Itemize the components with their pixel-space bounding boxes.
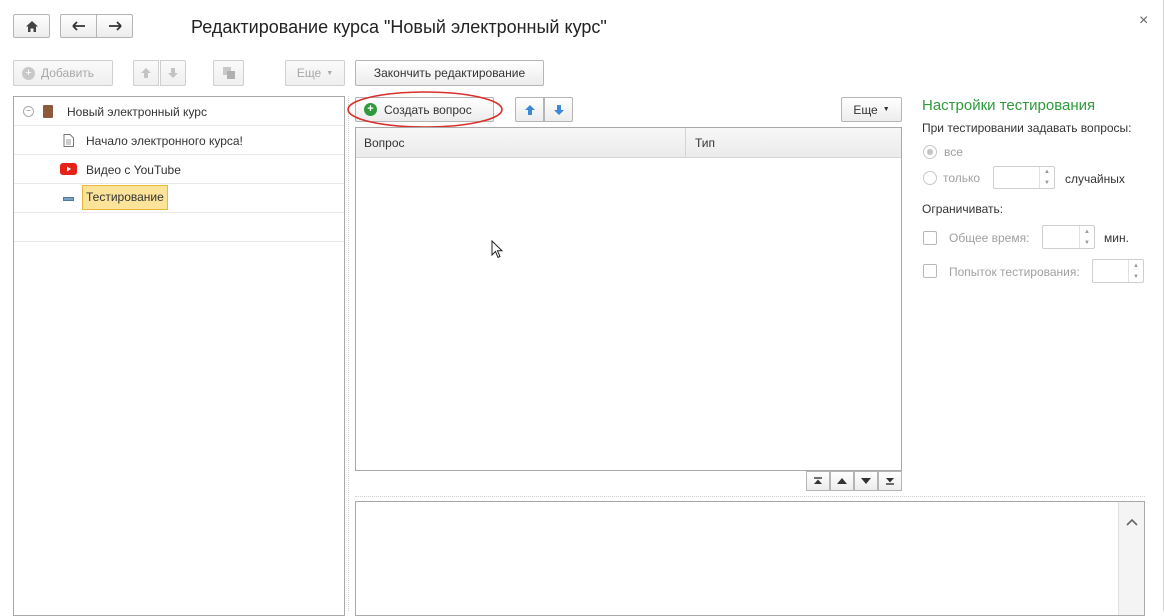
radio-only[interactable] [923, 171, 937, 185]
question-down-button[interactable] [544, 97, 573, 122]
forward-button[interactable] [96, 14, 133, 38]
back-button[interactable] [60, 14, 97, 38]
scroll-bottom-icon [886, 478, 894, 485]
limit-label: Ограничивать: [922, 202, 1004, 216]
arrow-down-icon [553, 104, 564, 115]
finish-editing-label: Закончить редактирование [373, 66, 526, 80]
spin-down-icon[interactable]: ▼ [1079, 237, 1094, 248]
home-icon [25, 20, 38, 32]
attempts-input[interactable]: ▲ ▼ [1092, 259, 1144, 283]
mouse-cursor-icon [491, 240, 504, 259]
more-label: Еще [853, 102, 878, 117]
window-title: Редактирование курса "Новый электронный … [191, 17, 607, 37]
horizontal-splitter[interactable] [355, 496, 1145, 497]
arrow-up-icon [141, 68, 151, 78]
add-button-label: Добавить [41, 66, 95, 80]
question-up-button[interactable] [515, 97, 544, 122]
questions-table[interactable]: Вопрос Тип [355, 127, 902, 471]
random-count-input[interactable]: ▲ ▼ [993, 166, 1055, 189]
table-header: Вопрос Тип [356, 128, 901, 158]
copy-button[interactable] [213, 60, 244, 86]
vertical-splitter[interactable] [348, 96, 349, 611]
spin-up-icon[interactable]: ▲ [1079, 226, 1094, 237]
more-label: Еще [296, 66, 322, 80]
finish-editing-button[interactable]: Закончить редактирование [355, 60, 544, 86]
radio-all[interactable] [923, 145, 937, 159]
tree-item-youtube[interactable]: Видео с YouTube [14, 155, 344, 184]
highlight-ellipse [347, 91, 503, 128]
chevron-down-icon: ▼ [882, 106, 890, 113]
random-suffix-label: случайных [1065, 172, 1125, 186]
question-content-area[interactable] [355, 501, 1145, 616]
scroll-up-button[interactable] [830, 471, 854, 491]
chevron-up-icon[interactable] [1126, 518, 1138, 526]
scroll-down-button[interactable] [854, 471, 878, 491]
window-border [1163, 0, 1164, 611]
arrow-up-icon [524, 104, 535, 115]
tree-item-label: Новый электронный курс [67, 105, 207, 119]
column-header-label: Вопрос [364, 136, 405, 150]
settings-title: Настройки тестирования [922, 97, 1096, 114]
arrow-right-icon [108, 21, 122, 31]
move-up-button[interactable] [133, 60, 159, 86]
total-time-label: Общее время: [949, 231, 1030, 245]
tree-item-course[interactable]: − Новый электронный курс [14, 97, 344, 126]
spin-down-icon[interactable]: ▼ [1039, 177, 1054, 188]
vertical-scrollbar[interactable] [1118, 502, 1144, 615]
tree-item-label-selected: Тестирование [82, 185, 168, 210]
more-button-questions[interactable]: Еще ▼ [841, 97, 902, 122]
copy-icon [222, 67, 235, 79]
tree-spacer-row [14, 213, 344, 242]
spin-down-icon[interactable]: ▼ [1128, 271, 1143, 282]
ask-questions-label: При тестировании задавать вопросы: [922, 121, 1132, 135]
spin-up-icon[interactable]: ▲ [1128, 260, 1143, 271]
scroll-top-icon [814, 477, 822, 484]
total-time-checkbox[interactable] [923, 231, 937, 245]
course-tree[interactable]: − Новый электронный курс Начало электрон… [13, 96, 345, 616]
triangle-up-icon [837, 478, 847, 484]
column-header-question[interactable]: Вопрос [356, 128, 686, 158]
arrow-left-icon [71, 21, 85, 31]
test-icon [63, 197, 74, 201]
spin-up-icon[interactable]: ▲ [1039, 167, 1054, 178]
radio-all-label: все [944, 145, 963, 159]
close-icon[interactable]: × [1139, 12, 1148, 30]
minutes-suffix-label: мин. [1104, 231, 1129, 245]
column-header-type[interactable]: Тип [686, 128, 901, 158]
document-icon [63, 134, 74, 147]
tree-item-intro[interactable]: Начало электронного курса! [14, 126, 344, 155]
triangle-down-icon [861, 478, 871, 484]
more-button-left[interactable]: Еще ▼ [285, 60, 345, 86]
book-icon [43, 105, 53, 118]
radio-dot [927, 149, 933, 155]
arrow-down-icon [168, 68, 178, 78]
radio-only-label: только [943, 171, 981, 185]
tree-item-label: Начало электронного курса! [86, 134, 243, 148]
column-header-label: Тип [695, 136, 716, 150]
tree-item-label: Видео с YouTube [86, 163, 181, 177]
home-button[interactable] [13, 14, 50, 38]
scroll-top-button[interactable] [806, 471, 830, 491]
attempts-label: Попыток тестирования: [949, 265, 1080, 279]
chevron-down-icon: ▼ [326, 69, 334, 77]
add-button[interactable]: + Добавить [13, 60, 113, 86]
tree-item-testing[interactable]: Тестирование [14, 184, 344, 213]
move-down-button[interactable] [160, 60, 186, 86]
attempts-checkbox[interactable] [923, 264, 937, 278]
youtube-icon [60, 163, 77, 175]
add-circle-icon: + [22, 66, 35, 80]
scroll-bottom-button[interactable] [878, 471, 902, 491]
total-time-input[interactable]: ▲ ▼ [1042, 225, 1095, 249]
collapse-icon[interactable]: − [23, 106, 34, 117]
